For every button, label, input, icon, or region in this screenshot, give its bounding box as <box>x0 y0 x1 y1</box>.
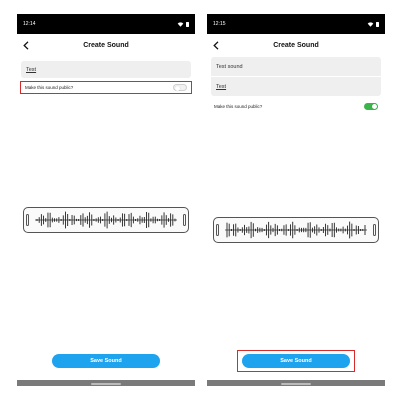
public-toggle-label: Make this sound public? <box>25 85 74 90</box>
sound-name-value: Test <box>26 66 37 73</box>
waveform-start-handle[interactable] <box>216 224 219 236</box>
waveform-start-handle[interactable] <box>26 214 29 226</box>
sound-name-field[interactable]: Test <box>211 77 381 96</box>
page-title: Create Sound <box>273 41 319 49</box>
page-title: Create Sound <box>83 41 129 49</box>
status-bar: 12:15 <box>207 14 385 34</box>
bottom-bar <box>207 380 385 386</box>
public-toggle-switch[interactable] <box>364 103 378 110</box>
sound-name-field[interactable]: Test <box>21 61 191 78</box>
bottom-bar <box>17 380 195 386</box>
waveform-end-handle[interactable] <box>373 224 376 236</box>
status-icons <box>367 21 379 27</box>
phone-screen-right: 12:15 Create Sound Test sound Test Make … <box>207 14 385 386</box>
status-bar: 12:14 <box>17 14 195 34</box>
public-toggle-row: Make this sound public? <box>20 81 192 94</box>
save-sound-button[interactable]: Save Sound <box>52 354 160 368</box>
toggle-knob <box>174 85 180 91</box>
wifi-icon <box>177 21 184 27</box>
phone-screen-left: 12:14 Create Sound Test Make this sound … <box>17 14 195 386</box>
back-arrow-icon[interactable] <box>21 39 31 51</box>
waveform-end-handle[interactable] <box>183 214 186 226</box>
toggle-knob <box>371 103 378 110</box>
status-time: 12:15 <box>213 21 226 27</box>
nav-bar: Create Sound <box>17 34 195 56</box>
sound-title-field[interactable]: Test sound <box>211 57 381 76</box>
wifi-icon <box>367 21 374 27</box>
sound-name-value: Test <box>216 83 227 90</box>
nav-bar: Create Sound <box>207 34 385 56</box>
status-icons <box>177 21 189 27</box>
save-button-wrap: Save Sound <box>17 354 195 368</box>
battery-icon <box>186 21 189 27</box>
sound-waveform[interactable] <box>213 217 379 243</box>
home-indicator[interactable] <box>91 383 121 385</box>
battery-icon <box>376 21 379 27</box>
status-time: 12:14 <box>23 21 36 27</box>
public-toggle-switch[interactable] <box>173 84 187 91</box>
save-button-wrap: Save Sound <box>237 350 355 372</box>
public-toggle-label: Make this sound public? <box>214 104 263 109</box>
waveform-graphic <box>35 211 177 229</box>
sound-waveform[interactable] <box>23 207 189 233</box>
back-arrow-icon[interactable] <box>211 39 221 51</box>
save-sound-button[interactable]: Save Sound <box>242 354 350 368</box>
home-indicator[interactable] <box>281 383 311 385</box>
public-toggle-row: Make this sound public? <box>210 100 382 113</box>
waveform-graphic <box>225 221 367 239</box>
sound-title-value: Test sound <box>216 63 243 70</box>
